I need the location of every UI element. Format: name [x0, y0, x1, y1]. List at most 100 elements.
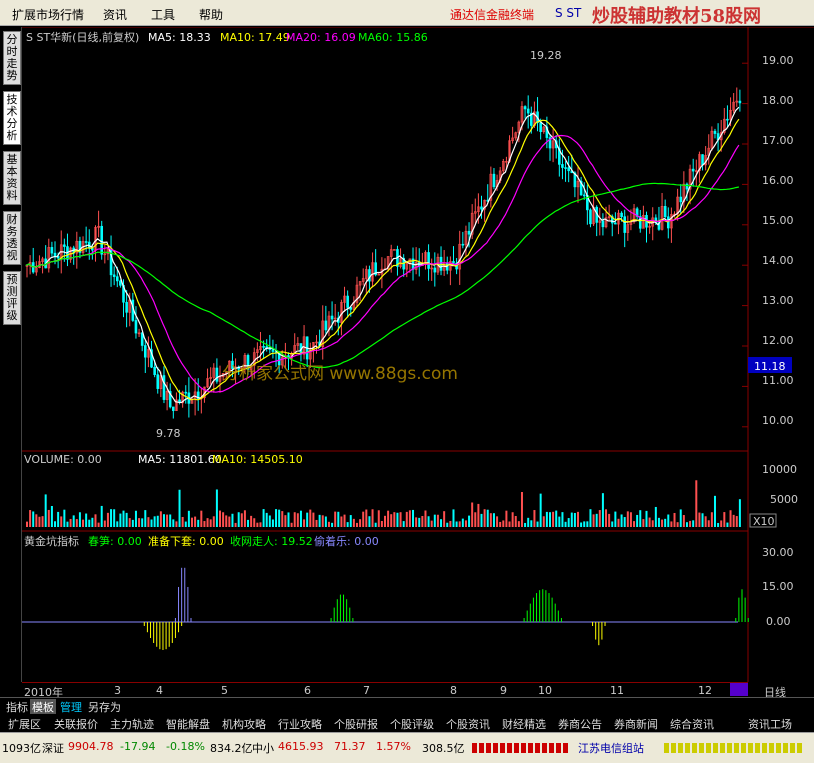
- candle-body: [589, 209, 592, 225]
- info-tab[interactable]: 财经精选: [502, 716, 546, 732]
- volume-bar: [293, 512, 296, 527]
- volume-bar: [648, 517, 651, 527]
- volume-bar: [215, 489, 218, 527]
- volume-bar: [629, 512, 632, 527]
- volume-bar: [390, 514, 393, 527]
- y-tick: 17.00: [762, 134, 794, 147]
- volume-bar: [464, 520, 467, 527]
- market-breadth-bar: [472, 743, 568, 753]
- info-tab[interactable]: 综合资讯: [670, 716, 714, 732]
- volume-bar: [664, 518, 667, 527]
- volume-bar: [128, 518, 131, 527]
- volume-bar: [626, 511, 629, 527]
- broker-station[interactable]: 江苏电信组站: [578, 740, 644, 756]
- candle-body: [134, 320, 138, 334]
- info-tab[interactable]: 扩展区: [8, 716, 41, 732]
- volume-bar: [38, 516, 41, 527]
- volume-bar: [511, 512, 514, 527]
- tab-intraday[interactable]: 分时走势: [3, 31, 21, 85]
- volume-bar: [296, 513, 299, 527]
- candle-body: [53, 252, 57, 257]
- volume-bar: [29, 510, 32, 527]
- ind-y-tick: 0.00: [766, 615, 791, 628]
- tab-rating[interactable]: 预测评级: [3, 271, 21, 325]
- volume-bar: [567, 518, 570, 527]
- menu-tools[interactable]: 工具: [151, 6, 175, 23]
- volume-bar: [91, 517, 94, 527]
- info-tab[interactable]: 个股资讯: [446, 716, 490, 732]
- volume-bar: [250, 515, 253, 527]
- candle-body: [523, 106, 527, 110]
- info-tab[interactable]: 机构攻略: [222, 716, 266, 732]
- volume-bar: [651, 520, 654, 527]
- candle-body: [143, 345, 147, 358]
- ma60-label: MA60: 15.86: [358, 31, 428, 44]
- volume-bar: [474, 512, 477, 527]
- menu-news[interactable]: 资讯: [103, 6, 127, 23]
- volume-bar: [275, 509, 278, 527]
- volume-bar: [533, 510, 536, 527]
- volume-bar: [548, 512, 551, 527]
- volume-bar: [343, 514, 346, 527]
- volume-bar: [636, 514, 639, 527]
- volume-bar: [527, 517, 530, 527]
- tab-manage[interactable]: 管理: [60, 699, 82, 715]
- info-tab[interactable]: 关联报价: [54, 716, 98, 732]
- x-tick: 8: [450, 684, 457, 697]
- menu-extended-market[interactable]: 扩展市场行情: [12, 6, 84, 23]
- info-tab[interactable]: 主力轨迹: [110, 716, 154, 732]
- info-tab[interactable]: 智能解盘: [166, 716, 210, 732]
- kline-chart[interactable]: 19.00 18.00 17.00 16.00 15.00 14.00 13.0…: [22, 27, 814, 682]
- info-tab[interactable]: 个股研报: [334, 716, 378, 732]
- info-tab[interactable]: 资讯工场: [748, 716, 792, 732]
- tab-financials[interactable]: 财务透视: [3, 211, 21, 265]
- promo-watermark-title: 炒股辅助教材58股网: [592, 6, 762, 27]
- volume-bar: [54, 521, 57, 527]
- volume-bar: [47, 509, 50, 527]
- tab-indicator[interactable]: 指标: [6, 699, 28, 715]
- volume-bar: [131, 519, 134, 527]
- volume-bar: [231, 513, 234, 527]
- volume-bar: [368, 516, 371, 527]
- info-tab[interactable]: 券商公告: [558, 716, 602, 732]
- menu-help[interactable]: 帮助: [199, 6, 223, 23]
- volume-bar: [396, 512, 399, 527]
- ind-y-tick: 15.00: [762, 580, 794, 593]
- volume-bar: [219, 510, 222, 527]
- x-tick: 3: [114, 684, 121, 697]
- volume-bar: [225, 515, 228, 527]
- index-percent: 1.57%: [376, 740, 411, 753]
- index-name[interactable]: 深证: [42, 740, 64, 756]
- tab-technical[interactable]: 技术分析: [3, 91, 21, 145]
- volume-bar: [315, 519, 318, 527]
- tab-template[interactable]: 模板: [30, 699, 56, 715]
- volume-bar: [552, 511, 555, 527]
- tab-save-as[interactable]: 另存为: [88, 699, 121, 715]
- candle-body: [265, 346, 269, 348]
- volume-bar: [125, 512, 128, 527]
- volume-bar: [324, 516, 327, 527]
- volume-bar: [178, 489, 181, 527]
- info-tab[interactable]: 个股评级: [390, 716, 434, 732]
- volume-bar: [222, 512, 225, 527]
- volume-bar: [471, 502, 474, 527]
- volume-bar: [707, 520, 710, 527]
- ind-y-tick: 30.00: [762, 546, 794, 559]
- volume-bar: [558, 516, 561, 527]
- info-tab[interactable]: 行业攻略: [278, 716, 322, 732]
- scroll-handle[interactable]: [730, 683, 748, 696]
- candle-body: [63, 244, 66, 247]
- tab-fundamentals[interactable]: 基本资料: [3, 151, 21, 205]
- volume-bar: [717, 522, 720, 527]
- info-tab[interactable]: 券商新闻: [614, 716, 658, 732]
- volume-bar: [284, 515, 287, 527]
- candle-body: [620, 212, 623, 217]
- volume-bar: [735, 516, 738, 527]
- indicator-b: 准备下套: 0.00: [148, 534, 224, 548]
- candle-body: [480, 206, 483, 210]
- status-bar: 1093亿 深证 9904.78 -17.94 -0.18% 834.2亿 中小…: [0, 732, 814, 763]
- volume-bar: [670, 521, 673, 527]
- index-name[interactable]: 中小: [252, 740, 274, 756]
- volume-bar: [352, 518, 355, 527]
- y-tick: 16.00: [762, 174, 794, 187]
